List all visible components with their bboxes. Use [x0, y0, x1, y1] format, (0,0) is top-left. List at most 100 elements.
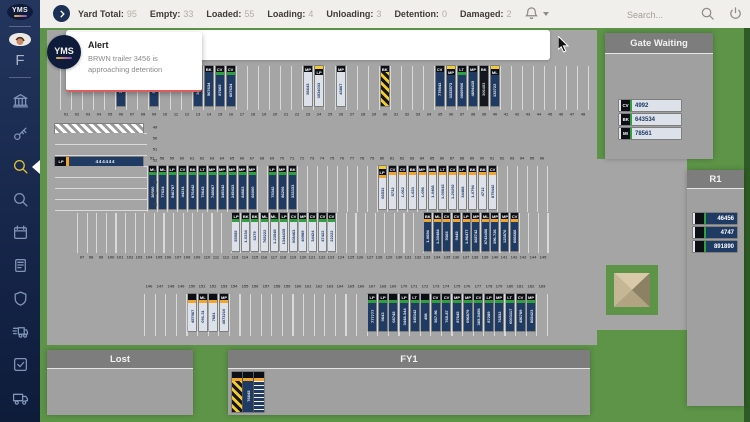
- trailer-slot-14[interactable]: BK567634: [205, 66, 213, 106]
- trailer-slot-167[interactable]: LP777777: [368, 294, 376, 331]
- trailer-slot-24[interactable]: LP3534033: [315, 66, 323, 106]
- power-icon[interactable]: [728, 6, 743, 26]
- trailer-slot-37[interactable]: LT0069900: [458, 66, 466, 106]
- trailer-slot-60[interactable]: CV44211: [179, 166, 186, 209]
- trailer-slot-30[interactable]: BK: [381, 66, 389, 106]
- search-icon[interactable]: [700, 6, 715, 26]
- sidebar-item-truck[interactable]: [0, 389, 40, 406]
- alert-popup[interactable]: YMS Alert BRWN trailer 3456 is approachi…: [66, 32, 202, 92]
- trailer-slot-152[interactable]: 7681: [209, 294, 217, 331]
- trailer-slot-63[interactable]: MP745667: [209, 166, 216, 209]
- trailer-slot-26[interactable]: MP43867: [337, 66, 345, 106]
- trailer-slot-135[interactable]: CV9365: [443, 213, 450, 251]
- trailer-slot-116[interactable]: ML765222: [261, 213, 268, 251]
- trailer-slot-142[interactable]: CV666666: [511, 213, 518, 251]
- trailer-slot-91[interactable]: CV875442: [489, 166, 496, 209]
- trailer-slot-122[interactable]: CV47422: [319, 213, 326, 251]
- trailer-slot-66[interactable]: MP84663: [239, 166, 246, 209]
- trailer-slot-121[interactable]: CV34424: [309, 213, 316, 251]
- trailer-slot-175[interactable]: MP87645: [453, 294, 461, 331]
- trailer-slot-140[interactable]: MP396-726: [491, 213, 498, 251]
- sidebar-item-search[interactable]: [0, 158, 40, 175]
- sidebar-item-document[interactable]: [0, 257, 40, 274]
- notifications-bell-icon[interactable]: [524, 6, 539, 26]
- sidebar-item-shield[interactable]: [0, 290, 40, 307]
- gate-trailer[interactable]: MI78561: [619, 128, 681, 139]
- trailer-slot-71[interactable]: BK333333: [289, 166, 296, 209]
- trailer-slot-118[interactable]: LP1344435: [280, 213, 287, 251]
- trailer-slot-120[interactable]: MP40989: [299, 213, 306, 251]
- trailer-slot-117[interactable]: ML1-23545: [271, 213, 278, 251]
- trailer-slot-136[interactable]: CV9445: [453, 213, 460, 251]
- trailer-slot-84[interactable]: MP1-096: [419, 166, 426, 209]
- trailer-slot-138[interactable]: MP365742: [472, 213, 479, 251]
- trailer-slot-69[interactable]: LP75342: [269, 166, 276, 209]
- trailer-slot-15[interactable]: CV87665: [216, 66, 224, 106]
- trailer-slot-83[interactable]: BK1-633: [409, 166, 416, 209]
- trailer-slot-134[interactable]: ML1-30484: [434, 213, 441, 251]
- profile-letter[interactable]: F: [15, 52, 24, 69]
- trailer-slot-62[interactable]: LT75643: [199, 166, 206, 209]
- sidebar-item-key[interactable]: [0, 125, 40, 142]
- trailer-slot-153[interactable]: MP4573210: [220, 294, 228, 331]
- r1-trailer[interactable]: 46456: [693, 213, 737, 224]
- trailer-slot-139[interactable]: ML8743456: [482, 213, 489, 251]
- trailer-slot-88[interactable]: LP34468: [459, 166, 466, 209]
- trailer-slot-86[interactable]: LT1-00643: [439, 166, 446, 209]
- trailer-slot-137[interactable]: LP1-96477: [463, 213, 470, 251]
- trailer-slot-179[interactable]: MP76532: [495, 294, 503, 331]
- trailer-slot-114[interactable]: BK1-0234: [242, 213, 249, 251]
- fy1-trailer[interactable]: [232, 372, 242, 412]
- trailer-slot-85[interactable]: MB1-0466: [429, 166, 436, 209]
- fy1-trailer[interactable]: [254, 372, 264, 412]
- avatar[interactable]: [9, 33, 31, 47]
- sidebar-item-task-check[interactable]: [0, 356, 40, 373]
- sidebar-item-calendar[interactable]: [0, 224, 40, 241]
- trailer-slot-87[interactable]: CV1-20292: [449, 166, 456, 209]
- trailer-slot-67[interactable]: MP66000: [249, 166, 256, 209]
- trailer-slot-52[interactable]: LP444444: [55, 157, 143, 166]
- trailer-slot-174[interactable]: CV765-87: [442, 294, 450, 331]
- trailer-slot-177[interactable]: CV365-5456: [474, 294, 482, 331]
- r1-trailer[interactable]: 891890: [693, 241, 737, 252]
- yms-logo[interactable]: YMS: [7, 4, 33, 20]
- trailer-slot-119[interactable]: CV008463: [290, 213, 297, 251]
- gate-trailer[interactable]: BK643534: [619, 114, 681, 125]
- trailer-slot-181[interactable]: CV456789: [517, 294, 525, 331]
- trailer-slot-180[interactable]: LT0003117: [506, 294, 514, 331]
- trailer-slot-23[interactable]: MP56643: [304, 66, 312, 106]
- trailer-slot-36[interactable]: MP3333573: [447, 66, 455, 106]
- sidebar-expand-button[interactable]: [53, 5, 70, 22]
- trailer-slot-16[interactable]: CV667634: [227, 66, 235, 106]
- trailer-slot-178[interactable]: LP87289: [485, 294, 493, 331]
- trailer-slot-133[interactable]: BK1-0694: [424, 213, 431, 251]
- trailer-slot-70[interactable]: MP86206: [279, 166, 286, 209]
- trailer-slot-115[interactable]: BK6379: [251, 213, 258, 251]
- r1-trailer[interactable]: 4747: [693, 227, 737, 238]
- trailer-slot-65[interactable]: MP245433: [229, 166, 236, 209]
- trailer-slot-38[interactable]: MP4694435: [469, 66, 477, 106]
- trailer-slot-171[interactable]: LT345342: [411, 294, 419, 331]
- trailer-slot-49[interactable]: [55, 124, 143, 133]
- trailer-slot-169[interactable]: 08745: [389, 294, 397, 331]
- trailer-slot-90[interactable]: BK4712: [479, 166, 486, 209]
- gate-trailer[interactable]: CV4992: [619, 100, 681, 111]
- trailer-slot-170[interactable]: LP3448-344: [400, 294, 408, 331]
- trailer-slot-61[interactable]: BK876442: [189, 166, 196, 209]
- trailer-slot-81[interactable]: CV5732: [389, 166, 396, 209]
- search-input[interactable]: [625, 5, 704, 25]
- trailer-slot-89[interactable]: BK1-0794: [469, 166, 476, 209]
- sidebar-item-truck-fast[interactable]: [0, 323, 40, 340]
- sidebar-item-search-alt[interactable]: [0, 191, 40, 208]
- trailer-slot-150[interactable]: 457567: [188, 294, 196, 331]
- trailer-slot-168[interactable]: LP0643: [379, 294, 387, 331]
- trailer-slot-80[interactable]: LP66532: [379, 166, 386, 209]
- notifications-caret-icon[interactable]: [543, 12, 549, 16]
- trailer-slot-82[interactable]: CV1-062: [399, 166, 406, 209]
- trailer-slot-151[interactable]: ML091-31: [199, 294, 207, 331]
- trailer-slot-39[interactable]: BK306453: [480, 66, 488, 106]
- fy1-trailer[interactable]: 76645: [243, 372, 253, 412]
- trailer-slot-173[interactable]: CV567-96: [432, 294, 440, 331]
- trailer-slot-176[interactable]: MP096879: [464, 294, 472, 331]
- sidebar-item-bank[interactable]: [0, 92, 40, 109]
